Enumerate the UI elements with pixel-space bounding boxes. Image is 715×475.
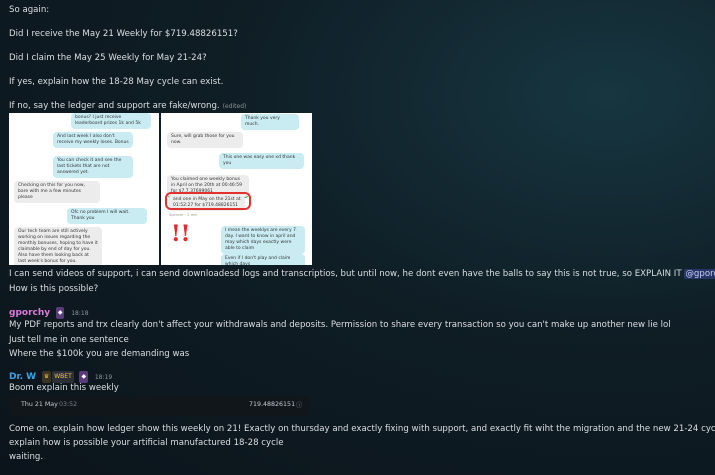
chat-bubble: Ofc no problem I will wait. Thank you: [67, 208, 147, 224]
edited-label: (edited): [222, 103, 247, 110]
chat-bubble: I mean the weeklys are every 7 day. I wa…: [221, 226, 305, 254]
user-mention[interactable]: @gporchy: [684, 269, 715, 279]
message-line: waiting.: [9, 452, 44, 462]
chat-bubble: Checking on this for you now, bare with …: [14, 181, 100, 203]
chat-bubble: Sure, will grab those for you now.: [167, 132, 243, 148]
message-line: If yes, explain how the 18-28 May cycle …: [9, 77, 224, 87]
role-icon: ◆: [55, 307, 65, 319]
message-line: Did I receive the May 21 Weekly for $719…: [9, 29, 238, 39]
txn-amount: 719.48826151: [249, 401, 296, 408]
message-line: I can send videos of support, i can send…: [9, 268, 715, 280]
chat-bubble: You can check it and see the last ticket…: [53, 156, 133, 178]
exclamation-marks: !!: [171, 221, 191, 247]
txn-date: Thu 21 May: [21, 401, 58, 408]
attached-screenshot[interactable]: bonus? I just receive leaderboard prizes…: [9, 113, 312, 265]
message-line: explain how is possible your artificial …: [9, 438, 284, 448]
username[interactable]: gporchy: [9, 308, 50, 318]
message-line: If no, say the ledger and support are fa…: [9, 100, 246, 113]
chat-bubble: And last week I also don't receive my we…: [53, 132, 133, 148]
highlight-circle: [165, 192, 251, 210]
txn-time: 03:52: [59, 401, 78, 408]
info-icon: ⓘ: [296, 402, 303, 409]
message-text: I can send videos of support, i can send…: [9, 269, 685, 279]
message-line: So again:: [9, 5, 50, 15]
message-line: Did I claim the May 25 Weekly for May 21…: [9, 53, 207, 63]
chat-panel-right: Thank you very much. Sure, will grab tho…: [161, 113, 312, 265]
message-line: How is this possible?: [9, 284, 99, 294]
chat-bubble: Our tech team are still actively working…: [14, 227, 102, 265]
agent-signature: Spencer · 2 min: [169, 213, 198, 217]
message-line: Just tell me in one sentence: [9, 335, 129, 345]
chat-bubble: Even if I don't play and claim which day…: [221, 254, 305, 265]
chat-bubble: This one was easy one xd thank you: [219, 153, 304, 169]
transaction-row-image[interactable]: Thu 21 May 03:52 719.48826151 ⓘ: [9, 396, 309, 416]
message-line: Where the $100k you are demanding was: [9, 349, 190, 359]
chat-bubble: bonus? I just receive leaderboard prizes…: [71, 113, 151, 129]
message-line: My PDF reports and trx clearly don't aff…: [9, 320, 671, 330]
timestamp: 18:19: [94, 374, 113, 381]
message-line: Boom explain this weekly: [9, 383, 119, 393]
chat-panel-left: bonus? I just receive leaderboard prizes…: [9, 113, 159, 265]
timestamp: 18:18: [71, 310, 89, 317]
username[interactable]: Dr. W: [9, 372, 36, 382]
message-text: If no, say the ledger and support are fa…: [9, 101, 220, 111]
message-line: Come on. explain how ledger show this we…: [9, 424, 715, 434]
chat-bubble: Thank you very much.: [241, 114, 299, 130]
